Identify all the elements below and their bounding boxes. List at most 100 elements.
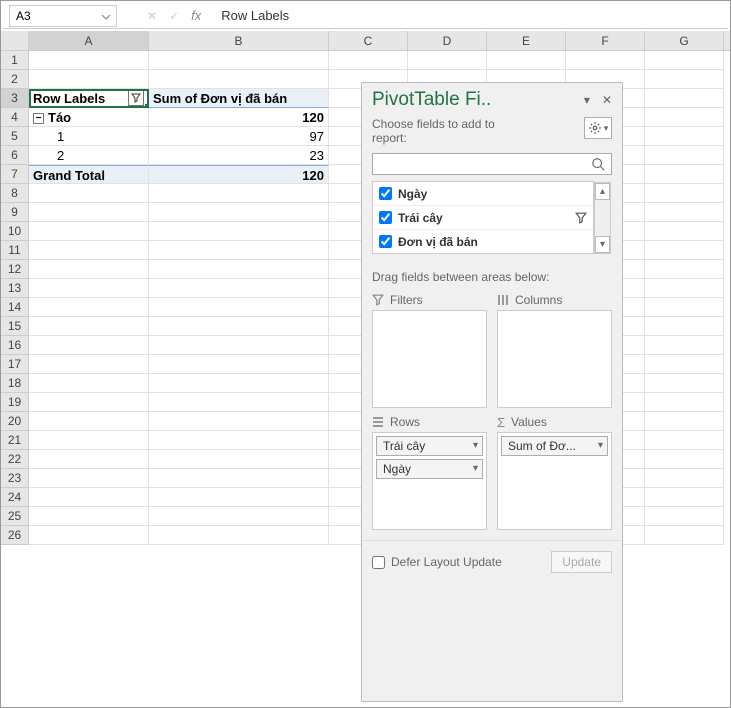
row-header[interactable]: 24 [1, 488, 29, 507]
col-header-c[interactable]: C [329, 31, 408, 50]
cell[interactable] [29, 507, 149, 526]
col-header-f[interactable]: F [566, 31, 645, 50]
field-search-input[interactable] [372, 153, 612, 175]
cell[interactable] [149, 450, 329, 469]
cell[interactable] [645, 526, 724, 545]
scroll-up-icon[interactable]: ▴ [595, 183, 610, 200]
row-header[interactable]: 20 [1, 412, 29, 431]
cell[interactable] [645, 317, 724, 336]
cell[interactable] [149, 469, 329, 488]
cell[interactable] [645, 203, 724, 222]
cell[interactable] [149, 431, 329, 450]
cell[interactable] [645, 70, 724, 89]
field-chip[interactable]: Trái cây [376, 436, 483, 456]
cell[interactable] [645, 469, 724, 488]
cell[interactable] [29, 70, 149, 89]
field-chip[interactable]: Sum of Đơ... [501, 436, 608, 456]
cell-a5[interactable]: 1 [29, 127, 149, 146]
field-checkbox[interactable] [379, 187, 392, 200]
cell[interactable] [29, 450, 149, 469]
row-header[interactable]: 8 [1, 184, 29, 203]
row-header[interactable]: 11 [1, 241, 29, 260]
row-header[interactable]: 9 [1, 203, 29, 222]
cell[interactable] [29, 393, 149, 412]
cell-b6[interactable]: 23 [149, 146, 329, 165]
cell[interactable] [149, 317, 329, 336]
cell[interactable] [149, 70, 329, 89]
cell[interactable] [487, 51, 566, 70]
cell[interactable] [645, 298, 724, 317]
close-icon[interactable]: ✕ [602, 93, 612, 107]
cell[interactable] [408, 51, 487, 70]
cell[interactable] [149, 222, 329, 241]
name-box-dropdown-icon[interactable] [98, 8, 114, 26]
rows-dropzone[interactable]: Trái cây Ngày [372, 432, 487, 530]
row-header[interactable]: 7 [1, 165, 29, 184]
field-row[interactable]: Trái cây [373, 206, 593, 230]
row-header[interactable]: 25 [1, 507, 29, 526]
cell-a6[interactable]: 2 [29, 146, 149, 165]
cell[interactable] [149, 241, 329, 260]
row-header[interactable]: 21 [1, 431, 29, 450]
field-list-scrollbar[interactable]: ▴ ▾ [594, 182, 611, 254]
cell[interactable] [149, 412, 329, 431]
cell[interactable] [29, 298, 149, 317]
cell[interactable] [149, 279, 329, 298]
cell[interactable] [645, 146, 724, 165]
field-chip[interactable]: Ngày [376, 459, 483, 479]
cell[interactable] [149, 488, 329, 507]
cell[interactable] [645, 412, 724, 431]
cell[interactable] [29, 431, 149, 450]
cell[interactable] [29, 222, 149, 241]
cell-a7[interactable]: Grand Total [29, 165, 149, 184]
defer-layout-checkbox[interactable]: Defer Layout Update [372, 555, 502, 569]
field-row[interactable]: Ngày [373, 182, 593, 206]
cell[interactable] [29, 336, 149, 355]
cell[interactable] [329, 51, 408, 70]
cell-a3[interactable]: Row Labels [29, 89, 149, 108]
cell[interactable] [645, 222, 724, 241]
row-header[interactable]: 4 [1, 108, 29, 127]
row-header[interactable]: 2 [1, 70, 29, 89]
cell[interactable] [149, 526, 329, 545]
cell[interactable] [29, 279, 149, 298]
selection-handle[interactable] [145, 104, 149, 108]
row-header[interactable]: 15 [1, 317, 29, 336]
field-checkbox[interactable] [379, 211, 392, 224]
cell[interactable] [149, 374, 329, 393]
cell[interactable] [645, 431, 724, 450]
cell-b5[interactable]: 97 [149, 127, 329, 146]
collapse-icon[interactable]: − [33, 113, 44, 124]
pane-menu-icon[interactable]: ▾ [584, 93, 590, 107]
cell[interactable] [149, 507, 329, 526]
cell[interactable] [149, 298, 329, 317]
col-header-e[interactable]: E [487, 31, 566, 50]
cell-b4[interactable]: 120 [149, 108, 329, 127]
row-header[interactable]: 23 [1, 469, 29, 488]
cell[interactable] [149, 393, 329, 412]
cell[interactable] [645, 450, 724, 469]
col-header-a[interactable]: A [29, 31, 149, 50]
columns-dropzone[interactable] [497, 310, 612, 408]
field-filter-icon[interactable] [575, 212, 587, 224]
col-header-b[interactable]: B [149, 31, 329, 50]
cancel-icon[interactable]: ✕ [147, 9, 157, 23]
cell[interactable] [645, 279, 724, 298]
scroll-down-icon[interactable]: ▾ [595, 236, 610, 253]
layout-options-button[interactable]: ▾ [584, 117, 612, 139]
cell[interactable] [149, 203, 329, 222]
cell[interactable] [29, 374, 149, 393]
cell[interactable] [645, 393, 724, 412]
col-header-g[interactable]: G [645, 31, 724, 50]
cell[interactable] [29, 260, 149, 279]
cell[interactable] [29, 526, 149, 545]
cell[interactable] [566, 51, 645, 70]
cell[interactable] [149, 355, 329, 374]
select-all-corner[interactable] [1, 31, 29, 50]
cell[interactable] [645, 374, 724, 393]
cell[interactable] [29, 241, 149, 260]
row-header[interactable]: 22 [1, 450, 29, 469]
fx-icon[interactable]: fx [191, 8, 201, 23]
row-header[interactable]: 14 [1, 298, 29, 317]
cell[interactable] [645, 260, 724, 279]
